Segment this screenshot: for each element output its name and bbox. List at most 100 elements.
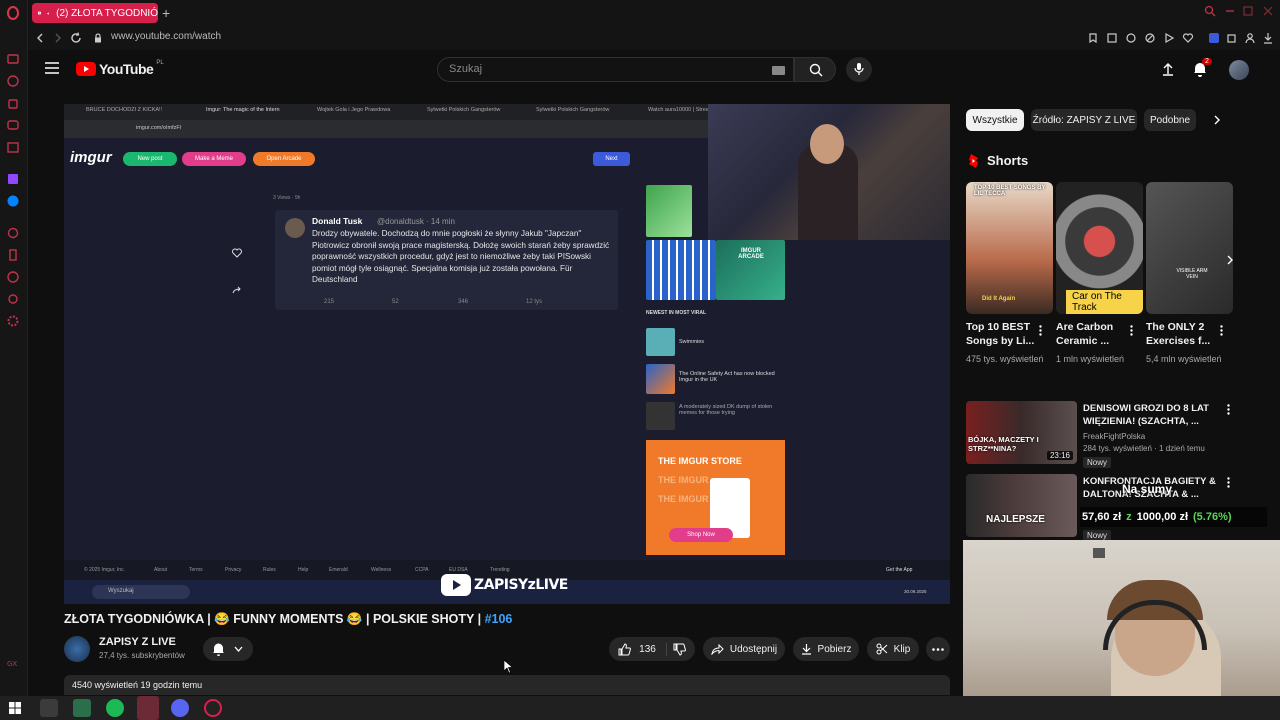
viral-item: The Online Safety Act has now blocked Im… (679, 371, 775, 383)
rec-thumbnail[interactable]: NAJLEPSZE (966, 474, 1077, 537)
adblock-icon[interactable] (1144, 32, 1156, 44)
play-icon[interactable] (1163, 32, 1175, 44)
speaker-icon[interactable] (47, 9, 50, 18)
mouse-cursor-icon (504, 660, 513, 674)
lock-icon[interactable] (92, 32, 104, 44)
opera-logo-icon[interactable] (6, 6, 20, 20)
subscribed-bell-button[interactable] (203, 637, 253, 661)
heart-icon (232, 248, 242, 258)
reload-icon[interactable] (70, 32, 82, 44)
video-hashtag-link[interactable]: #106 (485, 612, 513, 626)
close-icon[interactable] (1262, 5, 1274, 17)
snapshot-icon[interactable] (1106, 32, 1118, 44)
youtube-logo[interactable]: YouTube PL (76, 60, 164, 77)
short-title[interactable]: Are Carbon Ceramic ... (1056, 320, 1136, 348)
chip-related[interactable]: Podobne (1144, 109, 1196, 131)
taskbar-files-icon[interactable] (73, 699, 91, 717)
rec-title[interactable]: DENISOWI GROZI DO 8 LAT WIĘZIENIA! (SZAC… (1083, 402, 1223, 428)
footer-link: Emerald (329, 567, 348, 573)
tab-bar: (2) ZŁOTA TYGODNIÓ + (28, 0, 1280, 26)
hamburger-menu-icon[interactable] (45, 62, 59, 74)
vpn-icon[interactable] (1125, 32, 1137, 44)
thumbs-down-icon[interactable] (673, 643, 686, 656)
puzzle-icon[interactable] (1226, 32, 1238, 44)
bookmark-pin-icon[interactable] (1087, 32, 1099, 44)
search-icon (809, 63, 823, 77)
more-vertical-icon[interactable] (1130, 325, 1133, 336)
description-box[interactable]: 4540 wyświetleń 19 godzin temu (64, 675, 950, 695)
more-vertical-icon[interactable] (1227, 404, 1230, 415)
like-button[interactable]: 136 (618, 642, 667, 656)
clock-icon[interactable] (6, 270, 20, 284)
video-clock: 30.09.2025 (904, 589, 927, 594)
avatar[interactable] (1229, 60, 1249, 80)
browser-tab-active[interactable]: (2) ZŁOTA TYGODNIÓ (32, 3, 158, 23)
messenger-icon[interactable] (6, 194, 20, 208)
streamer-webcam (708, 104, 950, 240)
bag-icon[interactable] (6, 96, 20, 110)
gx-icon[interactable]: GX (6, 656, 20, 670)
rec-duration: 23:16 (1046, 451, 1073, 460)
back-icon[interactable] (34, 32, 46, 44)
translate-icon[interactable] (1208, 32, 1220, 44)
video-player[interactable]: BRUCE DOCHODZI Z KICKA!! Imgur: The magi… (64, 104, 950, 604)
download-icon[interactable] (1262, 32, 1274, 44)
imgur-store-ad: THE IMGUR STORE THE IMGUR THE IMGUR Shop… (646, 440, 785, 555)
windows-start-icon[interactable] (9, 702, 21, 714)
chevron-right-icon[interactable] (1213, 115, 1221, 125)
rec-channel[interactable]: FreakFightPolska (1083, 432, 1145, 441)
more-vertical-icon[interactable] (1039, 325, 1042, 336)
taskbar-opera-gx-icon[interactable] (204, 699, 222, 717)
calendar-icon[interactable] (6, 140, 20, 154)
viral-item: A moderately sized DK dump of stolen mem… (679, 404, 773, 416)
recommended-video[interactable]: BÓJKA, MACZETY I STRZ**NINA? 23:16 DENIS… (966, 401, 1276, 468)
search-button[interactable] (794, 57, 836, 82)
youtube-favicon-icon (38, 11, 41, 15)
taskbar-calculator-icon[interactable] (40, 699, 58, 717)
voice-search-button[interactable] (846, 57, 872, 82)
more-vertical-icon[interactable] (1227, 477, 1230, 488)
heart-icon[interactable] (1182, 32, 1194, 44)
short-card[interactable]: TOP 10 BEST SONGS BY LIL TECCA Did It Ag… (966, 182, 1053, 314)
chip-source[interactable]: Źródło: ZAPISY Z LIVE (1031, 109, 1137, 131)
minimize-icon[interactable] (1224, 5, 1236, 17)
new-tab-button[interactable]: + (162, 5, 170, 21)
tweet-stat: 346 (458, 299, 469, 305)
workspace-icon[interactable] (6, 52, 20, 66)
download-button[interactable]: Pobierz (793, 637, 859, 661)
shorts-next-icon[interactable] (1226, 255, 1234, 265)
taskbar-opera-icon[interactable] (137, 696, 159, 720)
taskbar-spotify-icon[interactable] (106, 699, 124, 717)
channel-avatar[interactable] (64, 636, 90, 662)
more-actions-button[interactable] (926, 637, 950, 661)
short-views: 5,4 mln wyświetleń (1146, 354, 1222, 364)
chip-all[interactable]: Wszystkie (966, 109, 1024, 131)
footer-link: Rules (263, 567, 276, 573)
keyboard-icon[interactable] (772, 66, 785, 75)
share-button[interactable]: Udostępnij (703, 637, 785, 661)
history-icon[interactable] (6, 74, 20, 88)
battery-icon[interactable] (6, 248, 20, 262)
more-vertical-icon[interactable] (1220, 325, 1223, 336)
url-field[interactable]: www.youtube.com/watch (111, 31, 221, 42)
short-card[interactable]: Car on The Track (1056, 182, 1143, 314)
search-input[interactable]: Szukaj (437, 57, 794, 82)
rec-thumbnail[interactable]: BÓJKA, MACZETY I STRZ**NINA? 23:16 (966, 401, 1077, 464)
messenger-red-icon[interactable] (6, 118, 20, 132)
short-card[interactable]: VISIBLE ARM VEIN (1146, 182, 1233, 314)
clip-button[interactable]: Klip (867, 637, 919, 661)
profile-icon[interactable] (1244, 32, 1256, 44)
taskbar-discord-icon[interactable] (171, 699, 189, 717)
forward-icon[interactable] (52, 32, 64, 44)
notifications-button[interactable]: 2 (1193, 58, 1212, 77)
twitch-icon[interactable] (6, 172, 20, 186)
short-title[interactable]: Top 10 BEST Songs by Li... (966, 320, 1046, 348)
short-title[interactable]: The ONLY 2 Exercises f... (1146, 320, 1226, 348)
channel-name[interactable]: ZAPISY Z LIVE (99, 636, 176, 648)
maximize-icon[interactable] (1242, 5, 1254, 17)
search-tabs-icon[interactable] (1204, 5, 1216, 17)
pin-icon[interactable] (6, 226, 20, 240)
upload-icon[interactable] (1161, 62, 1175, 76)
extensions-icon[interactable] (6, 292, 20, 306)
settings-icon[interactable] (6, 314, 20, 328)
